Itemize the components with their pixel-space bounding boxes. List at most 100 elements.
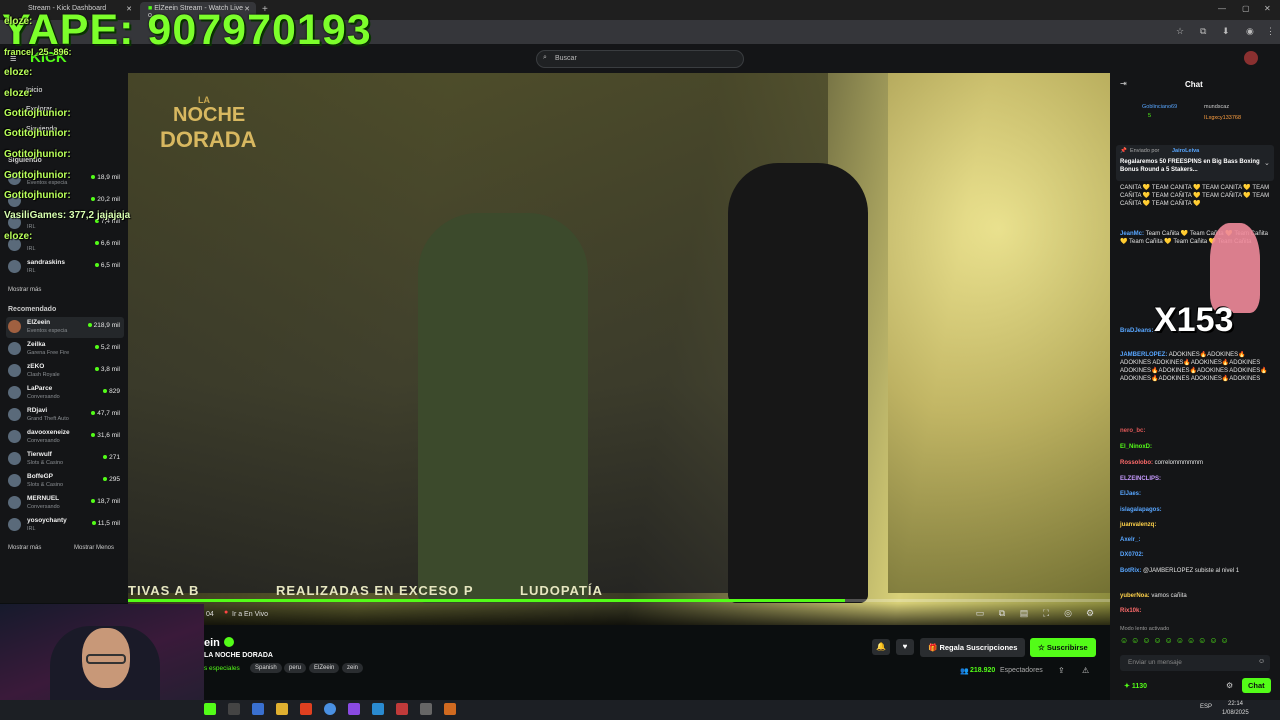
channel-category: Garena Free Fire [27,350,70,356]
report-icon[interactable]: ⚠ [1082,666,1089,675]
chrome-icon[interactable] [324,703,336,715]
go-live-button[interactable]: Ir a En Vivo [232,611,268,618]
profile-icon[interactable]: ◉ [1246,26,1254,37]
sidebar-channel[interactable]: zEKO Clash Royale 3,8 mil [6,361,124,382]
channel-points[interactable]: ✦ 1130 [1124,682,1147,690]
taskbar-app-icon[interactable] [396,703,408,715]
extensions-icon[interactable]: ⧉ [1200,26,1206,37]
top-gifter[interactable]: mundscaz [1204,104,1229,110]
pip-icon[interactable]: ⧉ [996,608,1008,620]
sidebar-channel[interactable]: ElZeein Eventos especia 218,9 mil [6,317,124,338]
sidebar-channel[interactable]: davooxeneize Conversando 31,6 mil [6,427,124,448]
minimize-icon[interactable]: — [1218,4,1226,13]
avatar [8,342,21,355]
taskbar-app-icon[interactable] [444,703,456,715]
show-more-recommended-button[interactable]: Mostrar más [8,545,41,551]
user-avatar[interactable] [1244,51,1258,65]
avatar [8,474,21,487]
clock-date[interactable]: 1/08/2025 [1222,710,1249,716]
chat-settings-icon[interactable]: ⚙ [1226,681,1233,690]
sidebar-channel[interactable]: sandraskins IRL 6,5 mil [6,257,124,278]
avatar [8,452,21,465]
emoji-icon[interactable]: ☺ [1258,658,1265,665]
viewers-label: Espectadores [1000,667,1043,674]
ticker-text: TIVAS A B [128,583,200,598]
language-indicator[interactable]: ESP [1200,704,1212,710]
gift-subs-button[interactable]: 🎁 Regala Suscripciones [920,638,1026,657]
overlay-chat-message: eloze: [4,231,33,242]
progress-bar[interactable] [128,599,1110,602]
stream-tag[interactable]: Spanish [250,663,282,673]
collapse-chat-icon[interactable]: ⇥ [1120,79,1127,88]
sidebar-channel[interactable]: yosoychanty IRL 11,5 mil [6,515,124,536]
gift-icon: 🎁 [928,643,940,652]
share-icon[interactable]: ⇪ [1058,666,1065,675]
subscribe-button[interactable]: ☆ Suscribirse [1030,638,1096,657]
playback-icon[interactable]: ◎ [1062,608,1074,620]
viewer-count: 829 [103,388,120,395]
stream-title: LA NOCHE DORADA [204,652,273,659]
chevron-down-icon[interactable]: ⌄ [1264,159,1270,167]
taskbar-app-icon[interactable] [228,703,240,715]
follow-heart-icon[interactable]: ♥ [896,639,914,655]
folder-icon[interactable] [276,703,288,715]
browser-menu-icon[interactable]: ⋮ [1266,26,1275,37]
channel-category: Grand Theft Auto [27,416,69,422]
pinned-by-user: JairoLeiva [1172,148,1200,154]
stream-tag[interactable]: zein [342,663,364,673]
clip-icon[interactable]: ▤ [1018,608,1030,620]
stream-tag[interactable]: peru [284,663,307,673]
channel-category: Clash Royale [27,372,60,378]
search-input[interactable]: ⌕ Buscar [536,50,744,68]
pinned-message[interactable]: 📌 Enviado por JairoLeiva Regalaremos 50 … [1116,145,1274,181]
viewer-count: 47,7 mil [91,410,120,417]
chat-message: nero_bc: [1120,428,1146,434]
taskbar-app-icon[interactable] [300,703,312,715]
sidebar-channel[interactable]: MERNUEL Conversando 18,7 mil [6,493,124,514]
emote-overlay [1210,223,1260,313]
theater-mode-icon[interactable]: ▭ [974,608,986,620]
top-gifter[interactable]: Goblinciano69 [1142,104,1177,110]
stream-category[interactable]: s especiales [204,665,240,672]
taskbar-app-icon[interactable] [420,703,432,715]
emote-bar[interactable]: ☺☺☺☺☺☺☺☺☺☺ [1120,636,1270,646]
sidebar-channel[interactable]: RDjavi Grand Theft Auto 47,7 mil [6,405,124,426]
taskbar-app-icon[interactable] [372,703,384,715]
gift-subs-label: Regala Suscripciones [939,643,1018,652]
close-window-icon[interactable]: ✕ [1264,4,1271,13]
subscribe-label: Suscribirse [1046,643,1088,652]
channel-category: Conversando [27,394,60,400]
taskbar-app-icon[interactable] [348,703,360,715]
send-chat-button[interactable]: Chat [1242,678,1271,693]
settings-gear-icon[interactable]: ⚙ [1084,608,1096,620]
streamer-name[interactable]: ein [204,637,220,649]
pinned-by-label: Enviado por [1130,148,1160,154]
bookmark-star-icon[interactable]: ☆ [1176,26,1184,37]
channel-category: Eventos especia [27,328,68,334]
maximize-icon[interactable]: ▢ [1242,4,1250,13]
notification-bell-icon[interactable]: 🔔 [872,639,890,655]
taskbar-app-icon[interactable] [204,703,216,715]
section-recommended-title: Recomendado [8,306,57,313]
show-less-button[interactable]: Mostrar Menos [74,545,114,551]
person-figure [418,213,588,603]
fullscreen-icon[interactable]: ⛶ [1040,608,1052,620]
top-gifter[interactable]: ILxgxcy133768 [1204,115,1241,121]
stream-tag[interactable]: ElZeein [309,663,340,673]
download-icon[interactable]: ⬇ [1222,26,1230,37]
sidebar-channel[interactable]: Zeilka Garena Free Fire 5,2 mil [6,339,124,360]
chat-input[interactable]: Enviar un mensaje ☺ [1120,655,1270,671]
chat-message: yuberNoa: vamos cañita [1120,593,1187,599]
clock-time[interactable]: 22:14 [1228,701,1243,707]
video-player[interactable]: LA NOCHE DORADA TIVAS A B REALIZADAS EN … [128,73,1110,625]
chat-message: JAMBERLOPEZ: ADOKINES🔥ADOKINES🔥ADOKINES … [1120,352,1268,382]
channel-category: Slots & Casino [27,482,64,488]
sidebar-channel[interactable]: LaParce Conversando 829 [6,383,124,404]
overlay-chat-message: Gotitojhunior: [4,170,71,181]
sidebar-channel[interactable]: Tierwulf Slots & Casino 271 [6,449,124,470]
taskbar-app-icon[interactable] [252,703,264,715]
search-icon: ⌕ [543,54,547,61]
sidebar-channel[interactable]: BoffeGP Slots & Casino 295 [6,471,124,492]
overlay-chat-message: francel_25_896: [4,47,72,57]
show-more-following-button[interactable]: Mostrar más [8,287,41,293]
